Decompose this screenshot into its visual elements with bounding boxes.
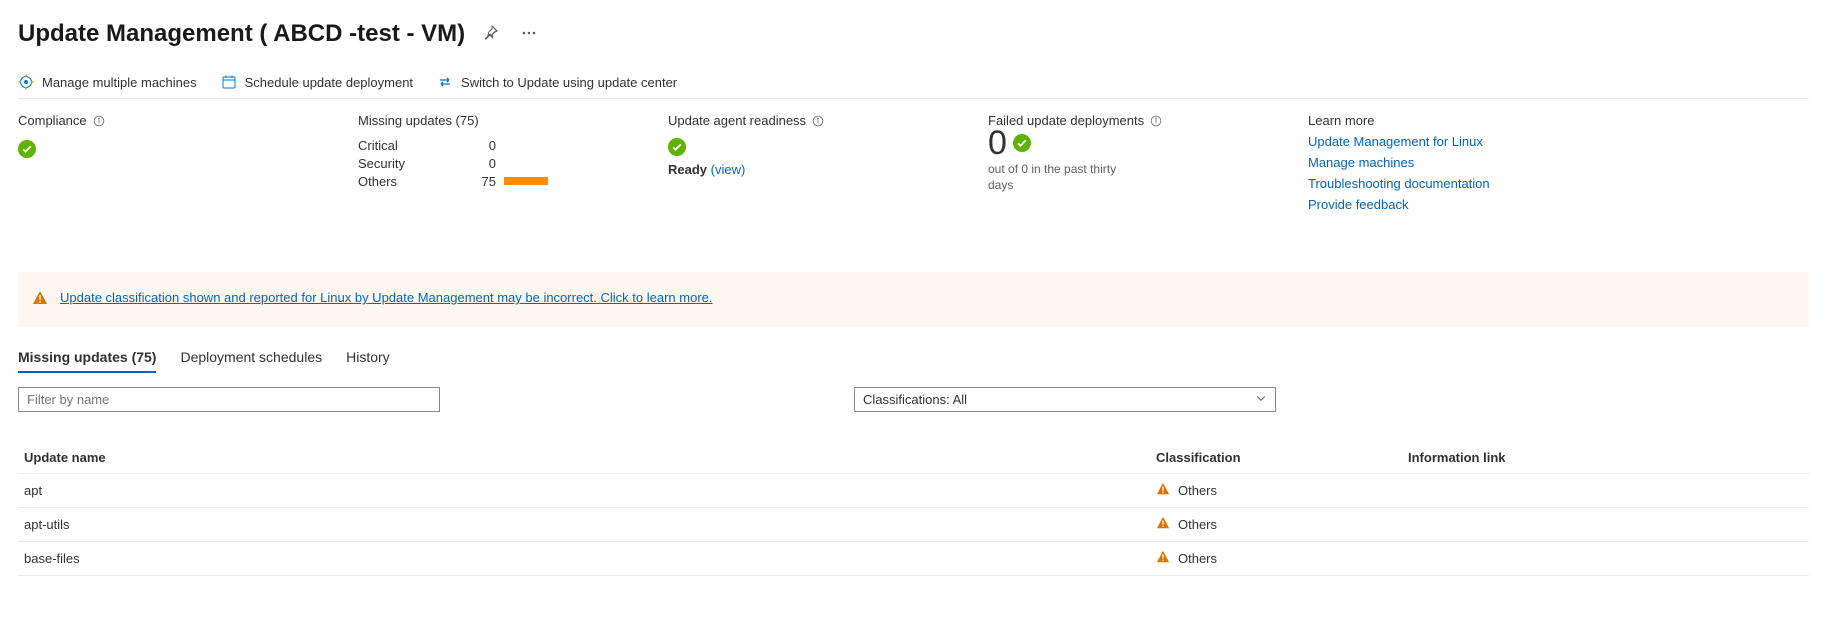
info-icon[interactable] [1150,115,1162,127]
calendar-icon [221,74,237,90]
missing-updates-table: Update name Classification Information l… [18,442,1809,576]
tab-missing-updates[interactable]: Missing updates (75) [18,349,156,373]
cell-classification: Others [1178,551,1217,566]
table-row[interactable]: apt-utils Others [18,508,1809,542]
pin-icon[interactable] [479,23,503,46]
classification-warning-banner: Update classification shown and reported… [18,272,1809,327]
agent-readiness-title: Update agent readiness [668,113,806,128]
switch-update-center-button[interactable]: Switch to Update using update center [437,74,677,90]
cell-update-name: base-files [18,542,1150,576]
tab-deployment-schedules[interactable]: Deployment schedules [180,349,322,373]
chevron-down-icon [1255,392,1267,407]
col-header-info-link[interactable]: Information link [1402,442,1809,474]
table-row[interactable]: base-files Others [18,542,1809,576]
agent-ready-label: Ready [668,162,707,177]
tab-history[interactable]: History [346,349,390,373]
gear-icon [18,74,34,90]
missing-security-label: Security [358,156,468,171]
agent-view-link[interactable]: (view) [711,162,746,177]
warning-icon [32,290,48,309]
learn-more-title: Learn more [1308,113,1374,128]
classifications-dropdown-label: Classifications: All [863,392,967,407]
info-icon[interactable] [93,115,105,127]
warning-icon [1156,550,1170,567]
agent-readiness-card: Update agent readiness Ready (view) [668,113,988,177]
manage-machines-button[interactable]: Manage multiple machines [18,74,197,90]
agent-ok-icon [668,138,686,156]
compliance-ok-icon [18,140,36,158]
command-bar: Manage multiple machines Schedule update… [18,74,1809,99]
content-tabs: Missing updates (75) Deployment schedule… [18,349,1809,373]
cell-update-name: apt [18,474,1150,508]
failed-deployments-title: Failed update deployments [988,113,1144,128]
missing-critical-value: 0 [468,138,496,153]
learn-link-manage-machines[interactable]: Manage machines [1308,155,1809,170]
failed-deployments-count: 0 [988,126,1007,160]
warning-icon [1156,516,1170,533]
cell-info-link [1402,508,1809,542]
more-icon[interactable] [517,23,541,46]
table-row[interactable]: apt Others [18,474,1809,508]
cell-classification: Others [1178,517,1217,532]
cell-info-link [1402,474,1809,508]
learn-link-troubleshooting[interactable]: Troubleshooting documentation [1308,176,1809,191]
failed-deployments-card: Failed update deployments 0 out of 0 in … [988,113,1308,193]
missing-others-bar [504,177,548,185]
failed-deployments-subtext: out of 0 in the past thirty days [988,162,1128,193]
missing-others-label: Others [358,174,468,189]
compliance-card: Compliance [18,113,358,158]
cell-classification: Others [1178,483,1217,498]
switch-update-center-label: Switch to Update using update center [461,75,677,90]
col-header-classification[interactable]: Classification [1150,442,1402,474]
cell-update-name: apt-utils [18,508,1150,542]
manage-machines-label: Manage multiple machines [42,75,197,90]
learn-link-linux[interactable]: Update Management for Linux [1308,134,1809,149]
missing-updates-title: Missing updates (75) [358,113,479,128]
warning-icon [1156,482,1170,499]
missing-critical-row: Critical 0 [358,136,668,154]
failed-ok-icon [1013,134,1031,152]
missing-security-value: 0 [468,156,496,171]
missing-updates-card: Missing updates (75) Critical 0 Security… [358,113,668,190]
schedule-deployment-button[interactable]: Schedule update deployment [221,74,413,90]
missing-others-row: Others 75 [358,172,668,190]
cell-info-link [1402,542,1809,576]
swap-icon [437,74,453,90]
classifications-dropdown[interactable]: Classifications: All [854,387,1276,412]
learn-more-card: Learn more Update Management for Linux M… [1308,113,1809,212]
compliance-title: Compliance [18,113,87,128]
learn-link-feedback[interactable]: Provide feedback [1308,197,1809,212]
page-title: Update Management ( ABCD -test - VM) [18,20,465,48]
filter-by-name-input[interactable] [18,387,440,412]
schedule-deployment-label: Schedule update deployment [245,75,413,90]
missing-others-value: 75 [468,174,496,189]
classification-warning-link[interactable]: Update classification shown and reported… [60,290,713,305]
missing-security-row: Security 0 [358,154,668,172]
col-header-update-name[interactable]: Update name [18,442,1150,474]
info-icon[interactable] [812,115,824,127]
missing-critical-label: Critical [358,138,468,153]
